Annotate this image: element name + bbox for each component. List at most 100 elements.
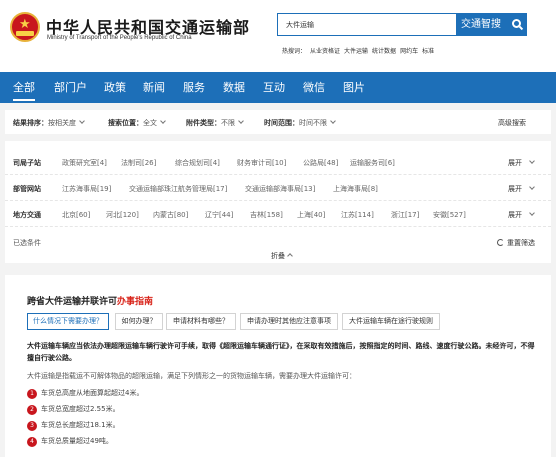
- service-guide-card: 跨省大件运输并联许可办事指南 什么情况下需要办理？ 如何办理？ 申请材料有哪些？…: [5, 275, 551, 457]
- nav-item-all[interactable]: 全部: [13, 79, 35, 101]
- guide-paragraph: 大件运输是指载运不可解体物品的超限运输，满足下列情形之一的货物运输车辆，需要办理…: [27, 372, 356, 380]
- guide-tab-notes[interactable]: 申请办理时其他应注意事项: [240, 313, 338, 330]
- guide-title-main: 跨省大件运输并联许可: [27, 297, 118, 307]
- position-filter-value: 全文: [143, 119, 157, 127]
- condition-item: 4 车货总质量超过49吨。: [27, 436, 113, 447]
- advanced-search-link[interactable]: 高级搜索: [498, 118, 526, 128]
- search-icon: [512, 19, 521, 28]
- condition-number: 1: [27, 389, 37, 399]
- collapse-button[interactable]: 折叠: [271, 251, 293, 261]
- nav-item-interact[interactable]: 互动: [263, 79, 285, 95]
- category-option[interactable]: 河北[120]: [106, 210, 139, 220]
- condition-number: 4: [27, 437, 37, 447]
- hot-term[interactable]: 网约车: [400, 48, 418, 55]
- category-option[interactable]: 交通运输部海事局[13]: [245, 184, 315, 194]
- reset-filter-button[interactable]: 重置筛选: [497, 238, 535, 248]
- condition-text: 车货总质量超过49吨。: [41, 437, 113, 445]
- expand-label: 展开: [508, 159, 522, 167]
- condition-text: 车货总长度超过18.1米。: [41, 421, 120, 429]
- hot-term[interactable]: 从业资格证: [310, 48, 340, 55]
- search-button[interactable]: 交通智搜: [457, 13, 527, 36]
- main-nav: 全部 部门户 政策 新闻 服务 数据 互动 微信 图片: [0, 72, 556, 103]
- site-header: ★ 中华人民共和国交通运输部 Ministry of Transport of …: [0, 0, 556, 72]
- guide-tab-how[interactable]: 如何办理？: [115, 313, 163, 330]
- time-filter[interactable]: 时间范围：时间不限: [264, 118, 336, 128]
- category-label: 司局子站: [13, 159, 41, 167]
- guide-paragraph: 大件运输车辆应当依法办理超限运输车辆行驶许可手续，取得《超限运输车辆通行证》，在…: [27, 342, 535, 362]
- attachment-filter-label: 附件类型：: [186, 119, 221, 127]
- search-input[interactable]: [278, 14, 456, 35]
- expand-button[interactable]: 展开: [508, 184, 535, 194]
- search-button-label: 交通智搜: [461, 19, 501, 30]
- category-option[interactable]: 财务审计司[10]: [237, 158, 286, 168]
- category-row: 部管网站 江苏海事局[19] 交通运输部珠江航务管理局[17] 交通运输部海事局…: [5, 176, 551, 201]
- category-option[interactable]: 辽宁[44]: [205, 210, 233, 220]
- collapse-label: 折叠: [271, 252, 285, 260]
- expand-button[interactable]: 展开: [508, 158, 535, 168]
- condition-number: 3: [27, 421, 37, 431]
- hot-search-label: 热搜词：: [282, 48, 307, 55]
- category-row: 司局子站 政策研究室[4] 法制司[26] 综合规划司[4] 财务审计司[10]…: [5, 150, 551, 175]
- category-option[interactable]: 政策研究室[4]: [62, 158, 107, 168]
- position-filter-label: 搜索位置：: [108, 119, 143, 127]
- condition-text: 车货总高度从地面算起超过4米。: [41, 389, 144, 397]
- sort-filter[interactable]: 结果排序：按相关度: [13, 118, 85, 128]
- nav-item-policy[interactable]: 政策: [104, 79, 126, 95]
- category-option[interactable]: 上海海事局[8]: [333, 184, 378, 194]
- category-panel: 司局子站 政策研究室[4] 法制司[26] 综合规划司[4] 财务审计司[10]…: [5, 141, 551, 263]
- nav-item-portal[interactable]: 部门户: [54, 79, 87, 95]
- category-option[interactable]: 北京[60]: [62, 210, 90, 220]
- category-option[interactable]: 安徽[527]: [433, 210, 466, 220]
- nav-item-news[interactable]: 新闻: [143, 79, 165, 95]
- nav-item-wechat[interactable]: 微信: [303, 79, 325, 95]
- reset-filter-label: 重置筛选: [507, 239, 535, 247]
- category-option[interactable]: 综合规划司[4]: [175, 158, 220, 168]
- category-option[interactable]: 江苏海事局[19]: [62, 184, 111, 194]
- chevron-down-icon: [160, 118, 166, 124]
- category-option[interactable]: 法制司[26]: [121, 158, 156, 168]
- time-filter-label: 时间范围：: [264, 119, 299, 127]
- chevron-down-icon: [529, 210, 535, 216]
- expand-label: 展开: [508, 185, 522, 193]
- attachment-filter[interactable]: 附件类型：不限: [186, 118, 244, 128]
- hot-term[interactable]: 标准: [422, 48, 434, 55]
- guide-title[interactable]: 跨省大件运输并联许可办事指南: [27, 294, 153, 307]
- hot-term[interactable]: 大件运输: [344, 48, 368, 55]
- condition-number: 2: [27, 405, 37, 415]
- nav-item-service[interactable]: 服务: [183, 79, 205, 95]
- category-option[interactable]: 内蒙古[80]: [153, 210, 188, 220]
- guide-title-highlight: 办事指南: [117, 297, 154, 307]
- condition-item: 3 车货总长度超过18.1米。: [27, 420, 120, 431]
- chevron-up-icon: [287, 253, 293, 259]
- hot-term[interactable]: 统计数据: [372, 48, 396, 55]
- category-option[interactable]: 吉林[158]: [250, 210, 283, 220]
- expand-button[interactable]: 展开: [508, 210, 535, 220]
- search-box: [277, 13, 457, 36]
- nav-item-images[interactable]: 图片: [343, 79, 365, 95]
- category-option[interactable]: 上海[40]: [297, 210, 325, 220]
- category-label: 地方交通: [13, 211, 41, 219]
- category-option[interactable]: 运输服务司[6]: [350, 158, 395, 168]
- national-emblem-icon: ★: [10, 12, 40, 42]
- category-option[interactable]: 公路局[48]: [303, 158, 338, 168]
- sort-filter-value: 按相关度: [48, 119, 76, 127]
- guide-tab-materials[interactable]: 申请材料有哪些？: [166, 313, 236, 330]
- condition-text: 车货总宽度超过2.55米。: [41, 405, 120, 413]
- site-subtitle: Ministry of Transport of the People's Re…: [47, 35, 192, 41]
- guide-tab-when[interactable]: 什么情况下需要办理？: [27, 313, 109, 330]
- hot-search-terms: 热搜词： 从业资格证 大件运输 统计数据 网约车 标准: [282, 46, 438, 55]
- category-option[interactable]: 浙江[17]: [391, 210, 419, 220]
- chevron-down-icon: [79, 118, 85, 124]
- sort-filter-label: 结果排序：: [13, 119, 48, 127]
- expand-label: 展开: [508, 211, 522, 219]
- chevron-down-icon: [529, 184, 535, 190]
- chevron-down-icon: [330, 118, 336, 124]
- chevron-down-icon: [238, 118, 244, 124]
- position-filter[interactable]: 搜索位置：全文: [108, 118, 166, 128]
- category-option[interactable]: 江苏[114]: [341, 210, 374, 220]
- nav-item-data[interactable]: 数据: [223, 79, 245, 95]
- category-option[interactable]: 交通运输部珠江航务管理局[17]: [129, 184, 227, 194]
- time-filter-value: 时间不限: [299, 119, 327, 127]
- selected-conditions-label: 已选条件: [13, 239, 41, 247]
- guide-tab-rules[interactable]: 大件运输车辆在途行驶规则: [342, 313, 440, 330]
